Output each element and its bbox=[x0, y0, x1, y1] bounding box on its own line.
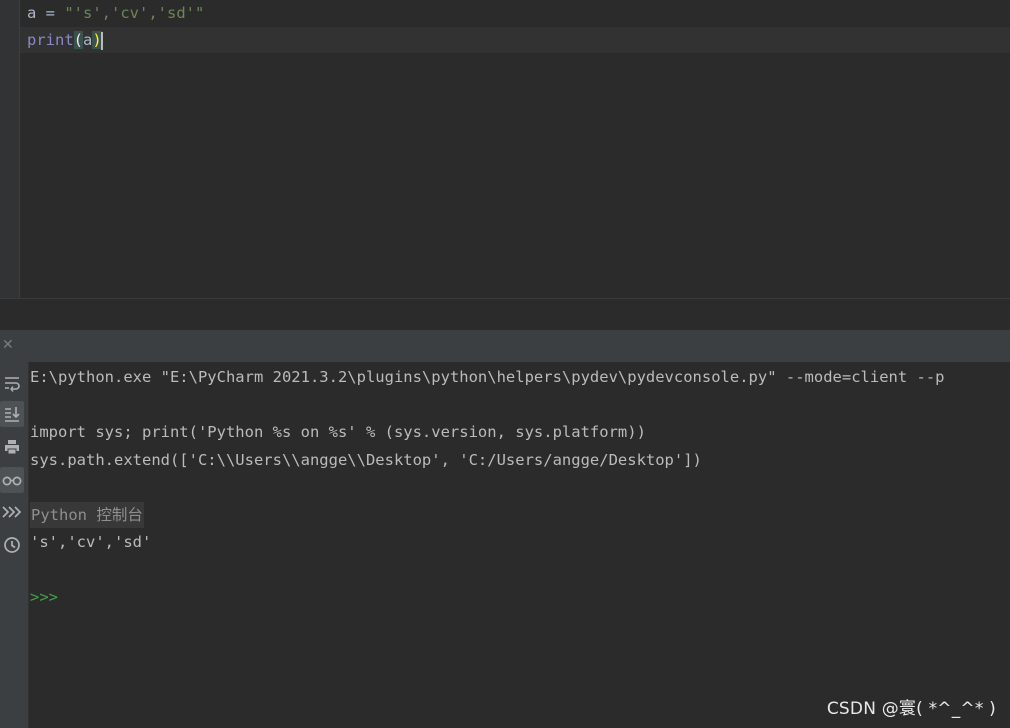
close-icon[interactable]: ✕ bbox=[2, 338, 16, 352]
soft-wrap-button[interactable] bbox=[0, 370, 24, 396]
soft-wrap-icon bbox=[5, 377, 20, 392]
console-header-bar: ✕ bbox=[0, 330, 1010, 362]
print-button[interactable] bbox=[0, 434, 24, 460]
console-import-line-1: import sys; print('Python %s on %s' % (s… bbox=[30, 423, 646, 441]
history-button[interactable] bbox=[0, 532, 24, 558]
open-paren: ( bbox=[73, 31, 84, 49]
execute-button[interactable] bbox=[0, 499, 24, 525]
console-command-line: E:\python.exe "E:\PyCharm 2021.3.2\plugi… bbox=[30, 368, 945, 386]
csdn-watermark: CSDN @寰( *^_^* ) bbox=[826, 699, 996, 719]
text-caret bbox=[100, 31, 103, 50]
var-token: a bbox=[27, 4, 37, 22]
scroll-to-end-icon bbox=[5, 407, 20, 422]
current-line-highlight bbox=[20, 27, 1010, 53]
pycharm-window: a = "'s','cv','sd'" print(a) ✕ E:\python… bbox=[0, 0, 1010, 728]
builtin-print: print bbox=[27, 31, 74, 49]
editor-gutter[interactable] bbox=[0, 0, 20, 298]
string-literal: "'s','cv','sd'" bbox=[64, 4, 205, 22]
console-import-line-2: sys.path.extend(['C:\\Users\\angge\\Desk… bbox=[30, 451, 702, 469]
arg-token: a bbox=[83, 31, 93, 49]
show-variables-button[interactable] bbox=[0, 467, 24, 493]
code-line-1[interactable]: a = "'s','cv','sd'" bbox=[27, 0, 204, 26]
scroll-to-end-button[interactable] bbox=[0, 401, 24, 427]
console-prompt[interactable]: >>> bbox=[30, 584, 58, 610]
code-line-2[interactable]: print(a) bbox=[27, 27, 103, 53]
console-output: 's','cv','sd' bbox=[30, 533, 152, 551]
glasses-icon bbox=[2, 476, 22, 486]
code-editor[interactable]: a = "'s','cv','sd'" print(a) bbox=[0, 0, 1010, 298]
panel-splitter[interactable] bbox=[0, 298, 1010, 331]
python-console[interactable]: E:\python.exe "E:\PyCharm 2021.3.2\plugi… bbox=[29, 362, 1010, 728]
print-icon bbox=[5, 440, 19, 455]
console-title-label: Python 控制台 bbox=[30, 502, 144, 528]
assign-operator: = bbox=[36, 4, 65, 22]
history-icon bbox=[4, 537, 20, 553]
console-toolbar bbox=[0, 362, 29, 728]
execute-icon bbox=[2, 506, 22, 518]
